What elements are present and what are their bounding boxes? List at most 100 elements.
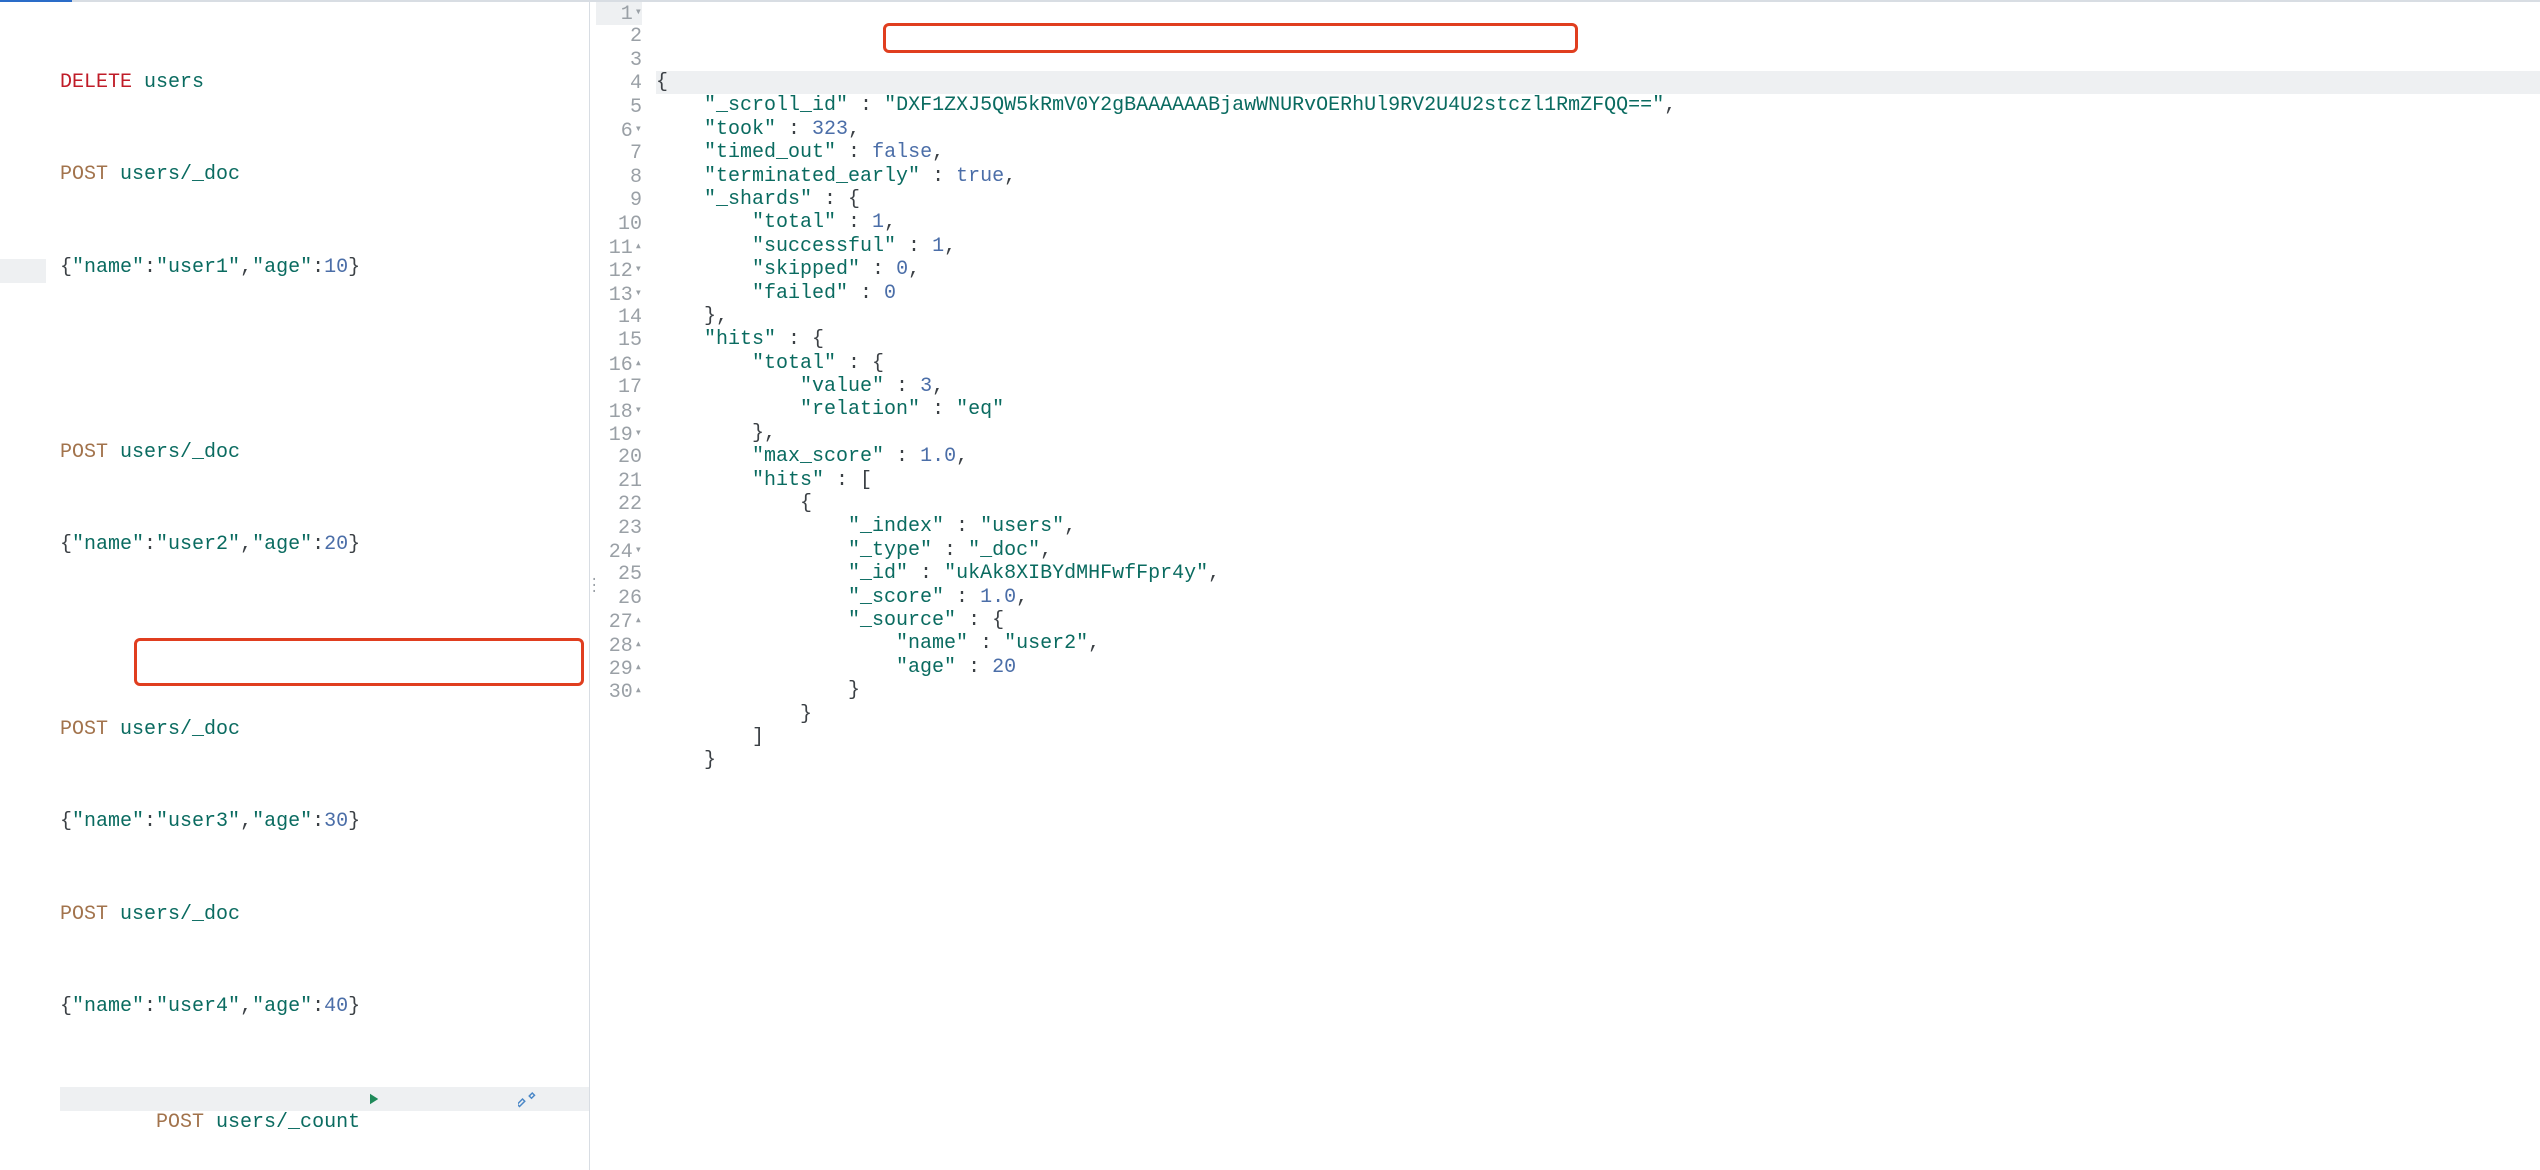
line-number: 15 bbox=[596, 329, 642, 352]
token-num: 20 bbox=[992, 656, 1016, 679]
token-key: "_id" bbox=[848, 562, 908, 585]
token-punc bbox=[656, 188, 704, 211]
fold-close-icon[interactable]: ▴ bbox=[633, 235, 642, 258]
token-punc: : { bbox=[776, 328, 824, 351]
token-key: "took" bbox=[704, 118, 776, 141]
token-punc: } bbox=[656, 703, 812, 726]
token-punc: , bbox=[1208, 562, 1220, 585]
right-gutter: 1 ▾23456 ▾7891011 ▴12 ▾13 ▾141516 ▴1718 … bbox=[596, 2, 656, 1170]
token-num: 1 bbox=[932, 235, 944, 258]
fold-close-icon[interactable]: ▴ bbox=[633, 352, 642, 375]
line-number: 12 ▾ bbox=[596, 259, 642, 282]
fold-close-icon[interactable]: ▴ bbox=[633, 656, 642, 679]
code-line: "timed_out" : false, bbox=[656, 141, 2540, 164]
token-punc: { bbox=[656, 492, 812, 515]
fold-open-icon[interactable]: ▾ bbox=[633, 2, 642, 24]
token-punc: : bbox=[776, 118, 812, 141]
token-punc: }, bbox=[656, 422, 776, 445]
token-punc bbox=[656, 656, 896, 679]
token-punc bbox=[656, 398, 800, 421]
code-line: "hits" : { bbox=[656, 328, 2540, 351]
token-str: "eq" bbox=[956, 398, 1004, 421]
token-punc: , bbox=[908, 258, 920, 281]
annotation-box bbox=[883, 23, 1578, 53]
wrench-icon[interactable] bbox=[518, 1043, 590, 1155]
token-punc bbox=[656, 609, 848, 632]
fold-open-icon[interactable]: ▾ bbox=[633, 422, 642, 445]
token-punc bbox=[656, 165, 704, 188]
token-punc: , bbox=[1088, 632, 1100, 655]
token-punc bbox=[656, 258, 752, 281]
http-method: POST bbox=[156, 1111, 204, 1134]
token-punc bbox=[656, 211, 752, 234]
token-punc bbox=[656, 352, 752, 375]
code-line: "_score" : 1.0, bbox=[656, 586, 2540, 609]
code-line: } bbox=[656, 749, 2540, 772]
token-punc: : bbox=[944, 515, 980, 538]
code-line: "_scroll_id" : "DXF1ZXJ5QW5kRmV0Y2gBAAAA… bbox=[656, 94, 2540, 117]
token-punc: : bbox=[884, 445, 920, 468]
token-punc: , bbox=[932, 141, 944, 164]
code-line: "total" : 1, bbox=[656, 211, 2540, 234]
code-line: "skipped" : 0, bbox=[656, 258, 2540, 281]
token-key: "hits" bbox=[704, 328, 776, 351]
token-punc bbox=[656, 328, 704, 351]
request-editor[interactable]: DELETE users POST users/_doc {"name":"us… bbox=[0, 2, 590, 1170]
token-key: "timed_out" bbox=[704, 141, 836, 164]
fold-close-icon[interactable]: ▴ bbox=[633, 679, 642, 702]
fold-open-icon[interactable]: ▾ bbox=[633, 282, 642, 305]
token-punc: } bbox=[656, 749, 716, 772]
token-punc: : bbox=[896, 235, 932, 258]
line-number: 21 bbox=[596, 470, 642, 493]
token-punc: : [ bbox=[824, 469, 872, 492]
code-line: "successful" : 1, bbox=[656, 235, 2540, 258]
token-punc: : bbox=[932, 539, 968, 562]
token-punc: , bbox=[932, 375, 944, 398]
line-number: 4 bbox=[596, 72, 642, 95]
token-punc: ] bbox=[656, 726, 764, 749]
code-line: "max_score" : 1.0, bbox=[656, 445, 2540, 468]
code-line: "_type" : "_doc", bbox=[656, 539, 2540, 562]
request-code[interactable]: DELETE users POST users/_doc {"name":"us… bbox=[60, 2, 590, 1170]
token-bool: false bbox=[872, 141, 932, 164]
http-method: DELETE bbox=[60, 71, 132, 94]
token-num: 3 bbox=[920, 375, 932, 398]
line-number: 17 bbox=[596, 376, 642, 399]
token-punc: : bbox=[836, 211, 872, 234]
fold-close-icon[interactable]: ▴ bbox=[633, 609, 642, 632]
code-line: }, bbox=[656, 422, 2540, 445]
token-key: "skipped" bbox=[752, 258, 860, 281]
token-str: "_doc" bbox=[968, 539, 1040, 562]
line-number: 18 ▾ bbox=[596, 400, 642, 423]
response-viewer[interactable]: 1 ▾23456 ▾7891011 ▴12 ▾13 ▾141516 ▴1718 … bbox=[596, 2, 2540, 1170]
token-key: "max_score" bbox=[752, 445, 884, 468]
line-number: 20 bbox=[596, 446, 642, 469]
fold-open-icon[interactable]: ▾ bbox=[633, 539, 642, 562]
token-key: "value" bbox=[800, 375, 884, 398]
run-icon[interactable] bbox=[364, 1043, 508, 1155]
code-line: "_source" : { bbox=[656, 609, 2540, 632]
token-punc bbox=[656, 469, 752, 492]
code-line: "total" : { bbox=[656, 352, 2540, 375]
token-key: "total" bbox=[752, 352, 836, 375]
line-number: 30 ▴ bbox=[596, 680, 642, 703]
line-number: 22 bbox=[596, 493, 642, 516]
code-line: "hits" : [ bbox=[656, 469, 2540, 492]
line-number: 23 bbox=[596, 517, 642, 540]
token-str: "ukAk8XIBYdMHFwfFpr4y" bbox=[944, 562, 1208, 585]
token-punc bbox=[656, 586, 848, 609]
fold-open-icon[interactable]: ▾ bbox=[633, 118, 642, 141]
left-gutter bbox=[0, 2, 60, 1170]
token-key: "_type" bbox=[848, 539, 932, 562]
fold-close-icon[interactable]: ▴ bbox=[633, 633, 642, 656]
token-punc: : { bbox=[956, 609, 1004, 632]
token-punc bbox=[656, 141, 704, 164]
token-punc: } bbox=[656, 679, 860, 702]
token-key: "_source" bbox=[848, 609, 956, 632]
fold-open-icon[interactable]: ▾ bbox=[633, 399, 642, 422]
token-key: "name" bbox=[896, 632, 968, 655]
token-punc: : bbox=[968, 632, 1004, 655]
fold-open-icon[interactable]: ▾ bbox=[633, 258, 642, 281]
http-method: POST bbox=[60, 903, 108, 926]
token-punc: : bbox=[920, 398, 956, 421]
